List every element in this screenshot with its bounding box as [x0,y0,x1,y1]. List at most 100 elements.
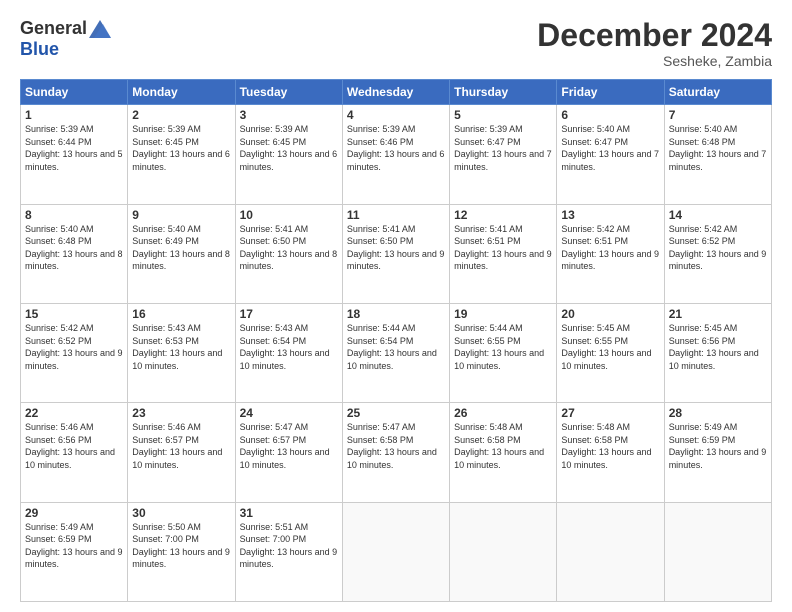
day-info: Sunrise: 5:44 AMSunset: 6:54 PMDaylight:… [347,323,437,371]
table-row: 21 Sunrise: 5:45 AMSunset: 6:56 PMDayligh… [664,303,771,402]
day-number: 24 [240,406,338,420]
day-info: Sunrise: 5:39 AMSunset: 6:47 PMDaylight:… [454,124,552,172]
table-row [450,502,557,601]
day-number: 14 [669,208,767,222]
day-number: 2 [132,108,230,122]
day-info: Sunrise: 5:40 AMSunset: 6:48 PMDaylight:… [25,224,123,272]
table-row: 27Sunrise: 5:48 AMSunset: 6:58 PMDayligh… [557,403,664,502]
day-info: Sunrise: 5:46 AMSunset: 6:57 PMDaylight:… [132,422,222,470]
table-row: 7Sunrise: 5:40 AMSunset: 6:48 PMDaylight… [664,105,771,204]
day-info: Sunrise: 5:45 AMSunset: 6:56 PMDaylight:… [669,323,759,371]
table-row: 24Sunrise: 5:47 AMSunset: 6:57 PMDayligh… [235,403,342,502]
day-number: 10 [240,208,338,222]
table-row: 5 Sunrise: 5:39 AMSunset: 6:47 PMDaylight… [450,105,557,204]
day-info: Sunrise: 5:43 AMSunset: 6:54 PMDaylight:… [240,323,330,371]
table-row: 19Sunrise: 5:44 AMSunset: 6:55 PMDayligh… [450,303,557,402]
table-row: 20 Sunrise: 5:45 AMSunset: 6:55 PMDayligh… [557,303,664,402]
table-row: 17 Sunrise: 5:43 AMSunset: 6:54 PMDayligh… [235,303,342,402]
day-number: 31 [240,506,338,520]
table-row: 30 Sunrise: 5:50 AMSunset: 7:00 PMDayligh… [128,502,235,601]
page: General Blue December 2024 Sesheke, Zamb… [0,0,792,612]
day-number: 5 [454,108,552,122]
table-row: 2 Sunrise: 5:39 AMSunset: 6:45 PMDaylight… [128,105,235,204]
table-row [342,502,449,601]
table-row: 6Sunrise: 5:40 AMSunset: 6:47 PMDaylight… [557,105,664,204]
day-info: Sunrise: 5:46 AMSunset: 6:56 PMDaylight:… [25,422,115,470]
day-number: 13 [561,208,659,222]
table-row: 11 Sunrise: 5:41 AMSunset: 6:50 PMDayligh… [342,204,449,303]
day-number: 28 [669,406,767,420]
location: Sesheke, Zambia [537,53,772,69]
day-info: Sunrise: 5:47 AMSunset: 6:58 PMDaylight:… [347,422,437,470]
table-row: 15Sunrise: 5:42 AMSunset: 6:52 PMDayligh… [21,303,128,402]
day-number: 30 [132,506,230,520]
table-row: 12Sunrise: 5:41 AMSunset: 6:51 PMDayligh… [450,204,557,303]
col-thursday: Thursday [450,80,557,105]
day-info: Sunrise: 5:42 AMSunset: 6:51 PMDaylight:… [561,224,659,272]
col-friday: Friday [557,80,664,105]
table-row: 18Sunrise: 5:44 AMSunset: 6:54 PMDayligh… [342,303,449,402]
day-number: 27 [561,406,659,420]
table-row [557,502,664,601]
day-info: Sunrise: 5:50 AMSunset: 7:00 PMDaylight:… [132,522,230,570]
table-row: 1Sunrise: 5:39 AMSunset: 6:44 PMDaylight… [21,105,128,204]
day-info: Sunrise: 5:40 AMSunset: 6:47 PMDaylight:… [561,124,659,172]
col-sunday: Sunday [21,80,128,105]
day-info: Sunrise: 5:39 AMSunset: 6:46 PMDaylight:… [347,124,445,172]
calendar-table: Sunday Monday Tuesday Wednesday Thursday… [20,79,772,602]
day-number: 9 [132,208,230,222]
day-info: Sunrise: 5:41 AMSunset: 6:50 PMDaylight:… [347,224,445,272]
month-title: December 2024 [537,18,772,53]
day-number: 15 [25,307,123,321]
day-info: Sunrise: 5:45 AMSunset: 6:55 PMDaylight:… [561,323,651,371]
calendar-header-row: Sunday Monday Tuesday Wednesday Thursday… [21,80,772,105]
day-number: 4 [347,108,445,122]
calendar-week-1: 1Sunrise: 5:39 AMSunset: 6:44 PMDaylight… [21,105,772,204]
calendar-week-3: 15Sunrise: 5:42 AMSunset: 6:52 PMDayligh… [21,303,772,402]
title-section: December 2024 Sesheke, Zambia [537,18,772,69]
table-row: 9 Sunrise: 5:40 AMSunset: 6:49 PMDaylight… [128,204,235,303]
day-number: 11 [347,208,445,222]
day-number: 23 [132,406,230,420]
col-monday: Monday [128,80,235,105]
day-info: Sunrise: 5:41 AMSunset: 6:50 PMDaylight:… [240,224,338,272]
day-number: 26 [454,406,552,420]
col-saturday: Saturday [664,80,771,105]
table-row: 31Sunrise: 5:51 AMSunset: 7:00 PMDayligh… [235,502,342,601]
day-number: 8 [25,208,123,222]
day-number: 3 [240,108,338,122]
table-row: 26Sunrise: 5:48 AMSunset: 6:58 PMDayligh… [450,403,557,502]
logo-blue: Blue [20,39,59,60]
table-row: 3 Sunrise: 5:39 AMSunset: 6:45 PMDaylight… [235,105,342,204]
calendar-week-4: 22 Sunrise: 5:46 AMSunset: 6:56 PMDayligh… [21,403,772,502]
logo-icon [89,20,111,38]
table-row: 22 Sunrise: 5:46 AMSunset: 6:56 PMDayligh… [21,403,128,502]
logo: General Blue [20,18,111,60]
logo-text: General [20,18,111,39]
day-number: 1 [25,108,123,122]
table-row: 14Sunrise: 5:42 AMSunset: 6:52 PMDayligh… [664,204,771,303]
table-row: 10 Sunrise: 5:41 AMSunset: 6:50 PMDayligh… [235,204,342,303]
day-info: Sunrise: 5:39 AMSunset: 6:45 PMDaylight:… [240,124,338,172]
day-number: 12 [454,208,552,222]
day-info: Sunrise: 5:49 AMSunset: 6:59 PMDaylight:… [25,522,123,570]
day-info: Sunrise: 5:44 AMSunset: 6:55 PMDaylight:… [454,323,544,371]
day-number: 16 [132,307,230,321]
day-info: Sunrise: 5:40 AMSunset: 6:49 PMDaylight:… [132,224,230,272]
table-row: 29Sunrise: 5:49 AMSunset: 6:59 PMDayligh… [21,502,128,601]
day-number: 20 [561,307,659,321]
calendar-week-5: 29Sunrise: 5:49 AMSunset: 6:59 PMDayligh… [21,502,772,601]
calendar-week-2: 8 Sunrise: 5:40 AMSunset: 6:48 PMDaylight… [21,204,772,303]
day-info: Sunrise: 5:49 AMSunset: 6:59 PMDaylight:… [669,422,767,470]
table-row: 25 Sunrise: 5:47 AMSunset: 6:58 PMDayligh… [342,403,449,502]
day-info: Sunrise: 5:43 AMSunset: 6:53 PMDaylight:… [132,323,222,371]
day-number: 17 [240,307,338,321]
table-row: 4 Sunrise: 5:39 AMSunset: 6:46 PMDaylight… [342,105,449,204]
table-row: 23 Sunrise: 5:46 AMSunset: 6:57 PMDayligh… [128,403,235,502]
day-number: 22 [25,406,123,420]
day-info: Sunrise: 5:39 AMSunset: 6:45 PMDaylight:… [132,124,230,172]
table-row: 28 Sunrise: 5:49 AMSunset: 6:59 PMDayligh… [664,403,771,502]
day-number: 25 [347,406,445,420]
day-number: 21 [669,307,767,321]
table-row: 13 Sunrise: 5:42 AMSunset: 6:51 PMDayligh… [557,204,664,303]
